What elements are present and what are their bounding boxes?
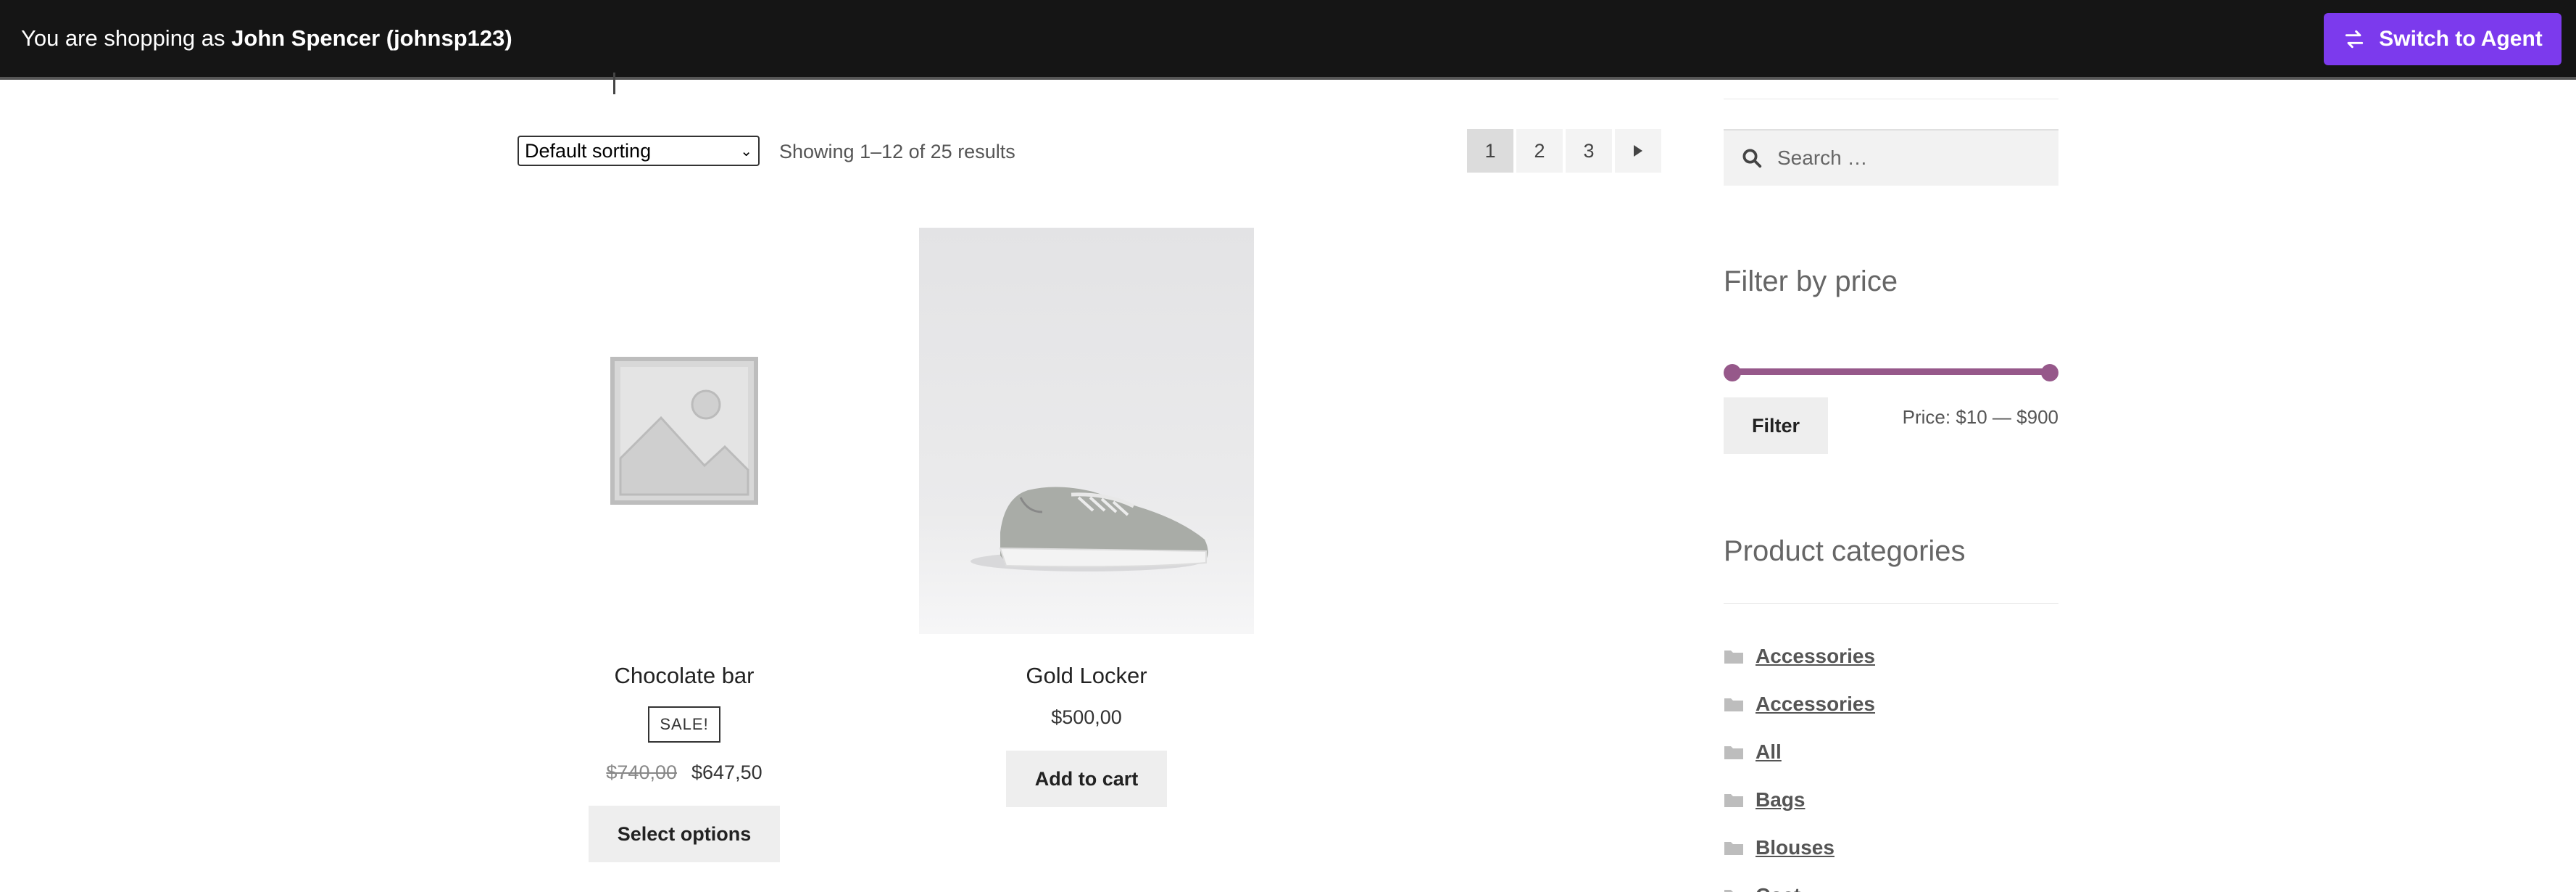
price-range-label: Price: $10 — $900 xyxy=(1902,406,2058,428)
add-to-cart-button[interactable]: Add to cart xyxy=(1005,751,1168,807)
folder-icon xyxy=(1724,794,1743,807)
list-item: Bags xyxy=(1724,776,1875,824)
product-card: Chocolate bar SALE! $740,00 $647,50 Selec… xyxy=(517,228,852,862)
placeholder-image-icon xyxy=(610,357,758,505)
category-link[interactable]: Accessories xyxy=(1756,645,1875,668)
category-link[interactable]: Bags xyxy=(1756,788,1805,812)
price-slider-range xyxy=(1732,368,2050,375)
impersonation-bar: You are shopping as John Spencer (johnsp… xyxy=(0,0,2576,80)
list-item: All xyxy=(1724,728,1875,776)
search-input[interactable]: Search … xyxy=(1724,129,2058,186)
folder-icon xyxy=(1724,746,1743,759)
folder-icon xyxy=(1724,651,1743,664)
sort-selected-value: Default sorting xyxy=(525,139,652,162)
price-slider-min-handle[interactable] xyxy=(1724,364,1741,381)
swap-arrows-icon xyxy=(2346,30,2364,49)
list-item: Coat xyxy=(1724,872,1875,892)
list-item: Accessories xyxy=(1724,632,1875,680)
shop-page: You are shopping as John Spencer (johnsp… xyxy=(0,0,2576,892)
shopping-prefix: You are shopping as xyxy=(21,25,232,51)
category-link[interactable]: All xyxy=(1756,740,1782,764)
page-number-2[interactable]: 2 xyxy=(1516,129,1563,173)
folder-icon xyxy=(1724,698,1743,711)
select-options-button[interactable]: Select options xyxy=(588,806,781,862)
folder-icon xyxy=(1724,842,1743,855)
product-title[interactable]: Chocolate bar xyxy=(517,661,852,690)
chevron-down-icon: ⌄ xyxy=(740,143,752,160)
next-page-button[interactable] xyxy=(1615,129,1661,173)
arrow-right-icon xyxy=(1634,145,1642,157)
page-number-1: 1 xyxy=(1467,129,1513,173)
product-card: Gold Locker $500,00 Add to cart xyxy=(919,228,1254,807)
sneaker-photo xyxy=(971,487,1208,571)
pagination: 1 2 3 xyxy=(1467,129,1661,173)
sort-select[interactable]: Default sorting ⌄ xyxy=(518,136,760,166)
sidebar-divider xyxy=(1724,603,2058,604)
category-link[interactable]: Coat xyxy=(1756,884,1800,892)
page-heading-fragment xyxy=(613,73,615,94)
shopping-as-text: You are shopping as John Spencer (johnsp… xyxy=(21,24,512,53)
switch-to-agent-button[interactable]: Switch to Agent xyxy=(2324,13,2562,65)
search-placeholder: Search … xyxy=(1777,146,1868,169)
product-categories-title: Product categories xyxy=(1724,535,1966,567)
result-count: Showing 1–12 of 25 results xyxy=(779,141,1015,162)
sale-price: $647,50 xyxy=(691,761,763,783)
product-image[interactable] xyxy=(517,228,852,634)
category-list: Accessories Accessories All Bags Blouses… xyxy=(1724,632,1875,892)
folder-icon xyxy=(1724,890,1743,892)
search-icon xyxy=(1742,149,1762,168)
switch-to-agent-label: Switch to Agent xyxy=(2379,27,2543,51)
page-number-3[interactable]: 3 xyxy=(1566,129,1612,173)
old-price: $740,00 xyxy=(606,761,677,783)
sale-badge: SALE! xyxy=(648,706,720,743)
product-price: $740,00 $647,50 xyxy=(517,761,852,784)
filter-button[interactable]: Filter xyxy=(1724,397,1828,454)
filter-by-price-title: Filter by price xyxy=(1724,265,1898,297)
category-link[interactable]: Accessories xyxy=(1756,693,1875,716)
price-slider[interactable] xyxy=(1724,364,2058,381)
category-link[interactable]: Blouses xyxy=(1756,836,1835,859)
price-slider-max-handle[interactable] xyxy=(2041,364,2058,381)
product-image[interactable] xyxy=(919,228,1254,634)
product-price: $500,00 xyxy=(1051,706,1122,728)
product-title[interactable]: Gold Locker xyxy=(919,661,1254,690)
list-item: Blouses xyxy=(1724,824,1875,872)
list-item: Accessories xyxy=(1724,680,1875,728)
shopper-name: John Spencer (johnsp123) xyxy=(231,25,512,51)
